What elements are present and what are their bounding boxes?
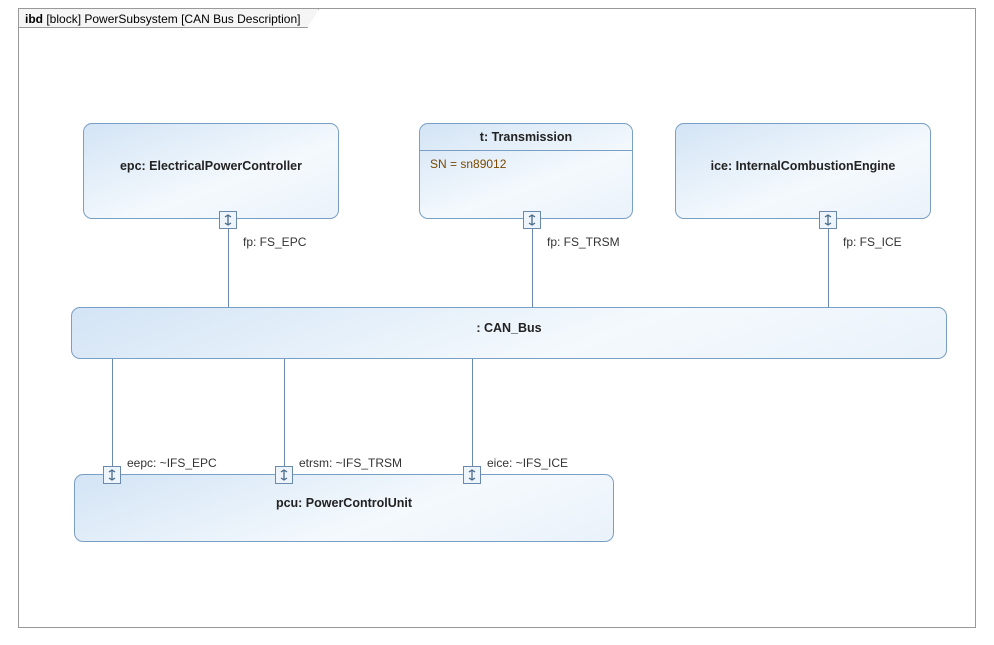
flowport-icon	[278, 469, 290, 481]
port-ice-fp[interactable]	[819, 211, 837, 229]
port-pcu-eepc[interactable]	[103, 466, 121, 484]
block-transmission[interactable]: t: Transmission SN = sn89012	[419, 123, 633, 219]
port-epc-fp[interactable]	[219, 211, 237, 229]
label-pcu-etrsm: etrsm: ~IFS_TRSM	[299, 456, 402, 470]
block-canbus[interactable]: : CAN_Bus	[71, 307, 947, 359]
connector-epc-to-canbus[interactable]	[228, 229, 229, 307]
block-epc[interactable]: epc: ElectricalPowerController	[83, 123, 339, 219]
flowport-icon	[822, 214, 834, 226]
port-t-fp[interactable]	[523, 211, 541, 229]
block-transmission-title: t: Transmission	[420, 124, 632, 150]
diagram-canvas[interactable]: epc: ElectricalPowerController fp: FS_EP…	[19, 9, 975, 627]
flowport-icon	[222, 214, 234, 226]
port-pcu-etrsm[interactable]	[275, 466, 293, 484]
block-ice-title: ice: InternalCombustionEngine	[676, 124, 930, 208]
diagram-frame: ibd [block] PowerSubsystem [CAN Bus Desc…	[18, 8, 976, 628]
port-pcu-eice[interactable]	[463, 466, 481, 484]
connector-canbus-to-eepc[interactable]	[112, 359, 113, 466]
label-ice-fp: fp: FS_ICE	[843, 235, 902, 249]
label-epc-fp: fp: FS_EPC	[243, 235, 306, 249]
label-t-fp: fp: FS_TRSM	[547, 235, 620, 249]
connector-ice-to-canbus[interactable]	[828, 229, 829, 307]
flowport-icon	[466, 469, 478, 481]
connector-canbus-to-eice[interactable]	[472, 359, 473, 466]
block-canbus-title: : CAN_Bus	[72, 308, 946, 348]
flowport-icon	[106, 469, 118, 481]
label-pcu-eepc: eepc: ~IFS_EPC	[127, 456, 217, 470]
block-ice[interactable]: ice: InternalCombustionEngine	[675, 123, 931, 219]
flowport-icon	[526, 214, 538, 226]
block-pcu[interactable]: pcu: PowerControlUnit	[74, 474, 614, 542]
block-transmission-attr: SN = sn89012	[420, 151, 632, 177]
connector-canbus-to-etrsm[interactable]	[284, 359, 285, 466]
connector-t-to-canbus[interactable]	[532, 229, 533, 307]
label-pcu-eice: eice: ~IFS_ICE	[487, 456, 568, 470]
block-epc-title: epc: ElectricalPowerController	[84, 124, 338, 208]
block-pcu-title: pcu: PowerControlUnit	[75, 475, 613, 531]
